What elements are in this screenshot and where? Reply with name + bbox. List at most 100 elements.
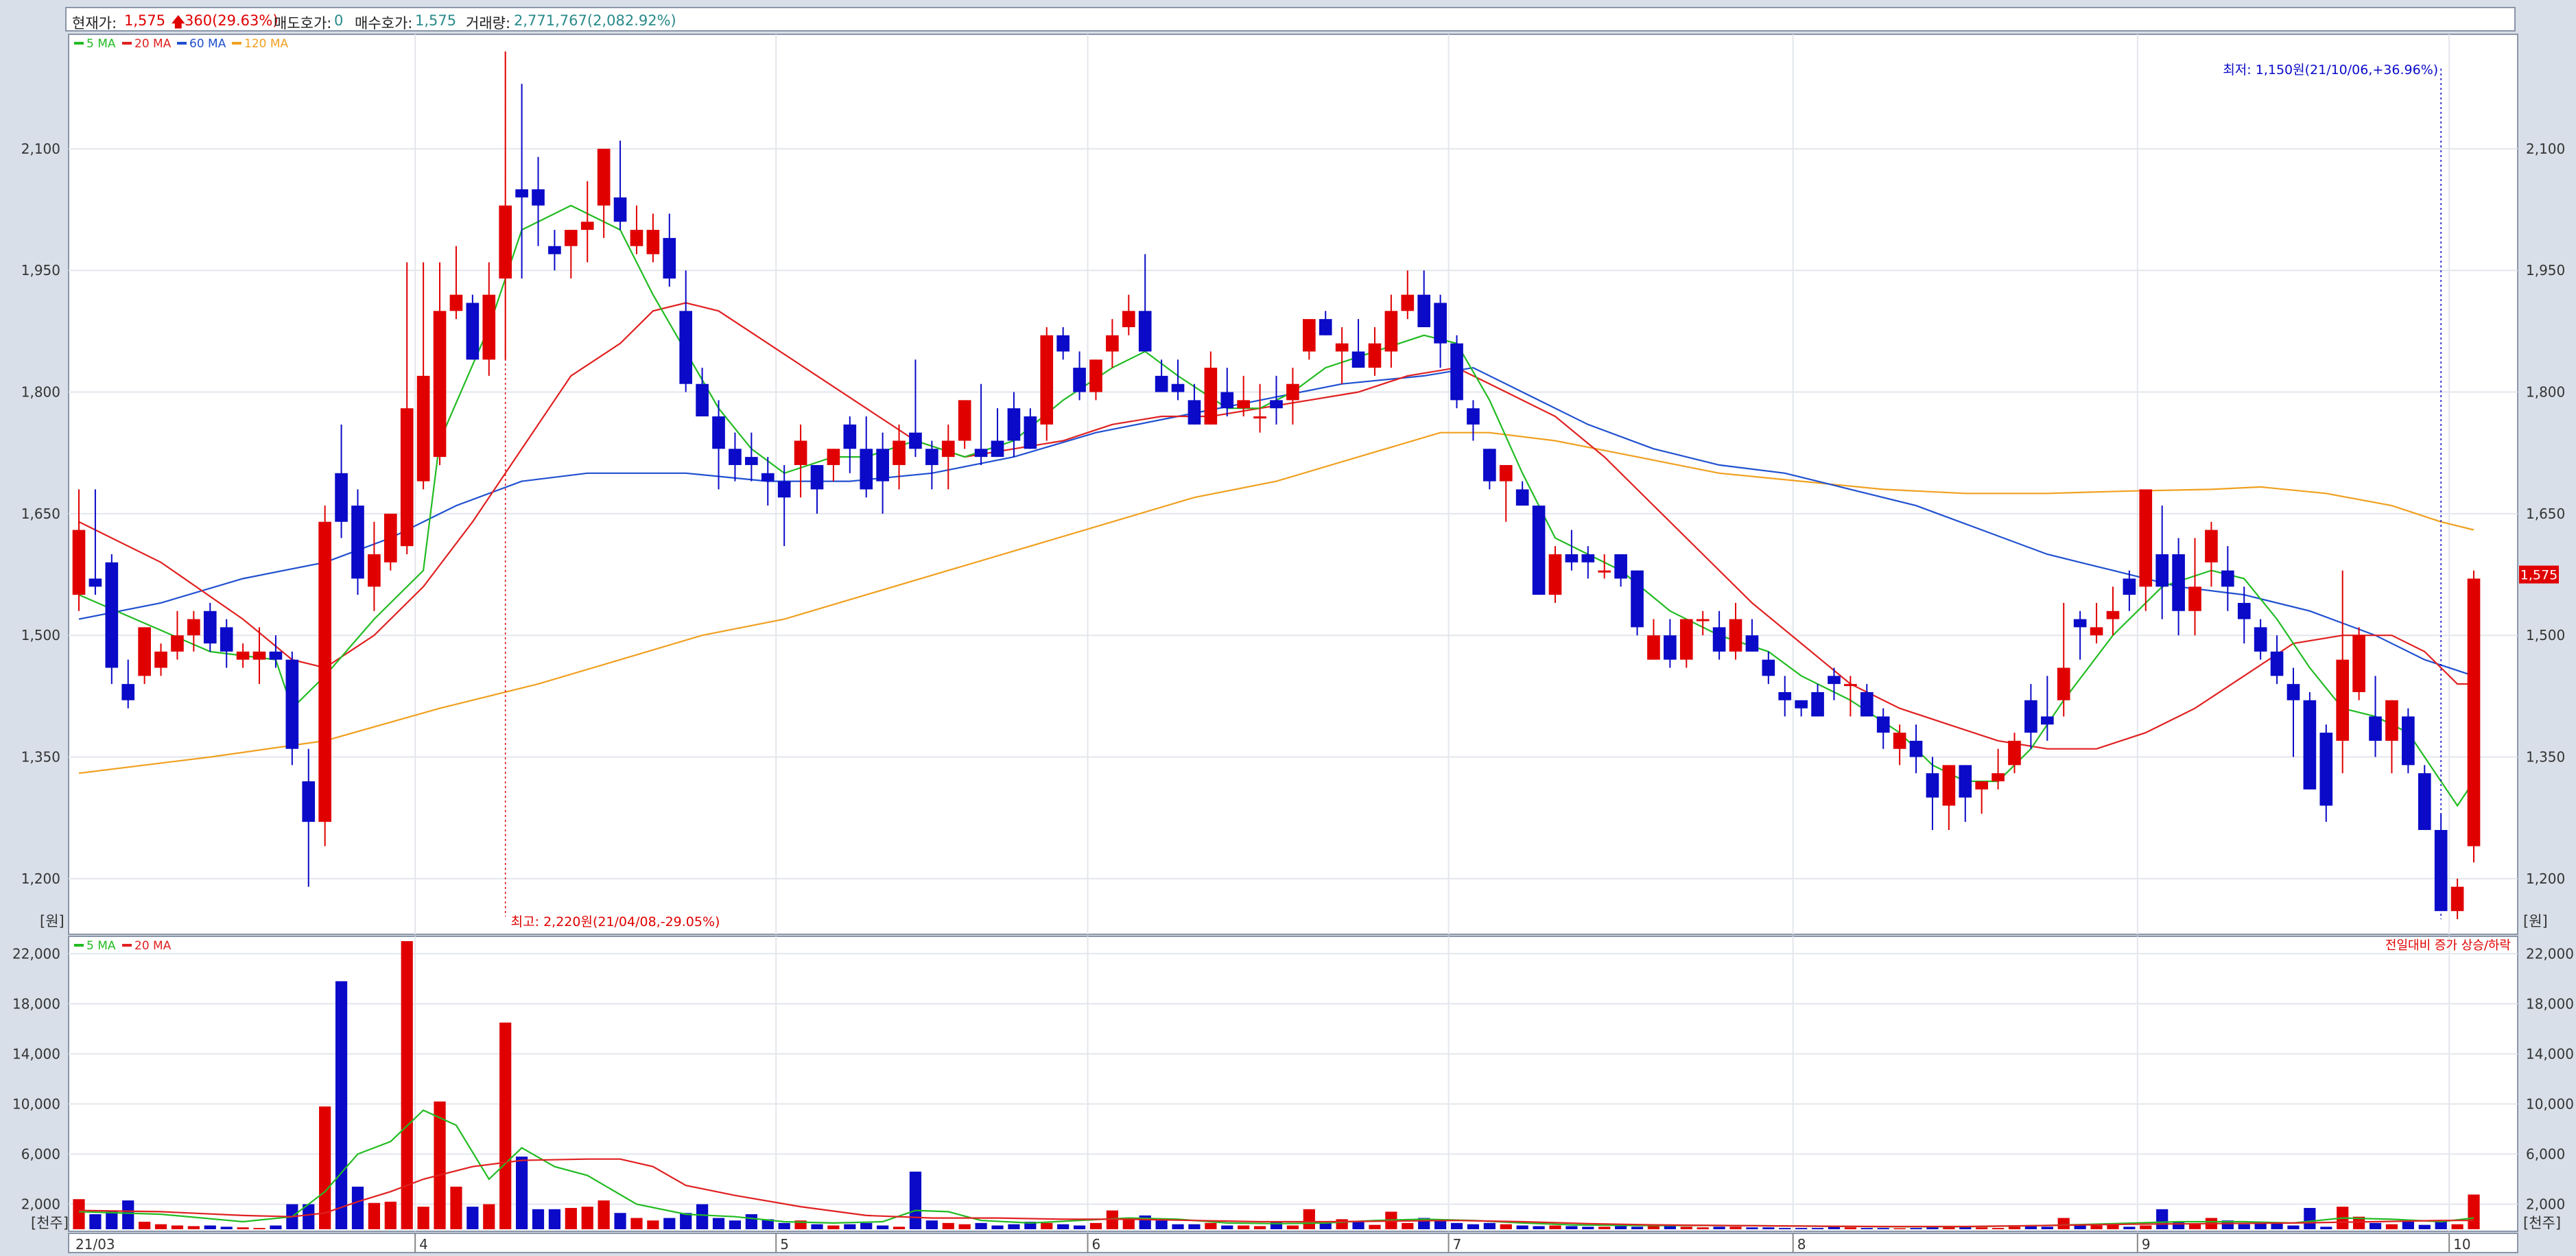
volume-bar xyxy=(975,1222,987,1229)
volume-bar xyxy=(434,1101,446,1229)
volume-bar xyxy=(335,981,348,1229)
candle-body xyxy=(1401,294,1415,311)
volume-bar xyxy=(1762,1227,1775,1229)
candle-body xyxy=(1729,619,1742,652)
candle-body xyxy=(630,230,643,246)
volume-bar xyxy=(598,1200,610,1229)
price-tick-label-right: 1,350 xyxy=(2526,749,2565,766)
price-tick-label-right: 1,650 xyxy=(2526,506,2565,522)
volume-bar xyxy=(958,1224,971,1229)
candle-body xyxy=(1237,400,1251,409)
candle-body xyxy=(1253,416,1266,419)
volume-bar xyxy=(860,1222,873,1229)
volume-bar xyxy=(1598,1227,1611,1229)
volume-tick-label-left: 14,000 xyxy=(12,1045,60,1062)
volume-bar xyxy=(1467,1224,1480,1229)
candle-body xyxy=(696,383,709,417)
candle-body xyxy=(2155,554,2169,587)
volume-bar xyxy=(466,1207,479,1229)
volume-ma5-line xyxy=(78,1109,2474,1228)
candle-body xyxy=(449,294,463,311)
up-arrow-icon: 🡅 xyxy=(171,14,186,30)
candle-body xyxy=(1647,635,1660,660)
candle-body xyxy=(2319,733,2333,806)
candle-body xyxy=(1696,619,1710,621)
candle-body xyxy=(2352,635,2365,692)
candle-body xyxy=(679,311,693,384)
candle-body xyxy=(860,449,873,490)
candle-body xyxy=(1811,691,1824,717)
candle-body xyxy=(2402,716,2415,766)
volume-bar xyxy=(1976,1227,1988,1229)
price-tick-label-right: 1,500 xyxy=(2526,627,2565,643)
candle-body xyxy=(400,408,414,547)
volume-bar xyxy=(925,1220,938,1229)
volume-bar xyxy=(1992,1228,2005,1229)
volume-bar xyxy=(2221,1220,2234,1229)
price-unit-label-right: [원] xyxy=(2523,913,2548,929)
volume-bar xyxy=(893,1227,906,1229)
ask-price: 0 xyxy=(334,12,344,29)
candle-body xyxy=(1319,319,1332,335)
volume-bar xyxy=(630,1218,643,1229)
price-tick-label-left: 1,800 xyxy=(21,384,60,401)
volume-bar xyxy=(171,1225,184,1229)
candle-body xyxy=(1302,319,1316,352)
price-legend-item: 120 MA xyxy=(244,37,289,51)
volume-bar xyxy=(2337,1207,2349,1229)
x-axis-bar xyxy=(68,1233,2518,1253)
candle-body xyxy=(580,222,594,230)
volume-tick-label-right: 2,000 xyxy=(2526,1196,2565,1212)
volume-bar xyxy=(2271,1222,2283,1229)
volume-bar xyxy=(991,1225,1004,1229)
candle-body xyxy=(2221,570,2234,587)
volume-bar xyxy=(680,1213,692,1229)
x-tick-label: 7 xyxy=(1453,1236,1462,1253)
bid-price: 1,575 xyxy=(415,12,457,29)
price-legend-item: 60 MA xyxy=(189,37,226,51)
candle-body xyxy=(302,781,316,822)
candle-body xyxy=(958,400,971,441)
volume-bar xyxy=(1089,1222,1102,1229)
high-annotation: 최고: 2,220원(21/04/08,-29.05%) xyxy=(511,914,720,929)
volume-bar xyxy=(2172,1222,2185,1229)
candle-body xyxy=(761,473,775,482)
volume-bar xyxy=(565,1207,577,1229)
volume-bar xyxy=(1943,1227,1955,1229)
volume-bar xyxy=(286,1204,298,1229)
candle-body xyxy=(794,440,807,465)
volume-bar xyxy=(237,1227,249,1229)
candle-body xyxy=(1679,619,1693,660)
candle-body xyxy=(1089,359,1102,392)
volume-tick-label-right: 14,000 xyxy=(2526,1045,2574,1062)
volume-bar xyxy=(106,1210,118,1229)
volume-bar xyxy=(1828,1227,1841,1229)
volume-bar xyxy=(1844,1227,1856,1229)
volume-bar xyxy=(877,1225,889,1229)
volume-bar xyxy=(1188,1224,1201,1229)
candle-body xyxy=(1828,676,1841,685)
volume-bar xyxy=(2254,1222,2267,1229)
candle-body xyxy=(1499,464,1513,482)
candle-body xyxy=(2040,716,2054,725)
volume-tick-label-left: 6,000 xyxy=(21,1146,60,1162)
candle-body xyxy=(1942,765,1956,806)
candle-body xyxy=(171,635,184,652)
candle-body xyxy=(466,303,480,360)
price-legend-item: 5 MA xyxy=(86,37,116,51)
ma5-line xyxy=(78,204,2474,807)
volume-bar xyxy=(2041,1227,2053,1229)
volume-bar xyxy=(548,1209,561,1229)
volume-bar xyxy=(761,1219,774,1229)
volume-bar xyxy=(1910,1228,1922,1229)
volume-bar xyxy=(2353,1216,2365,1229)
candle-body xyxy=(416,375,430,482)
candle-body xyxy=(351,506,364,579)
candle-body xyxy=(121,684,135,700)
candle-body xyxy=(712,416,725,449)
candle-body xyxy=(1992,773,2005,782)
x-tick-label: 9 xyxy=(2142,1236,2151,1253)
candle-body xyxy=(1795,700,1808,709)
volume-bar xyxy=(942,1222,954,1229)
volume-bar xyxy=(1319,1222,1332,1229)
